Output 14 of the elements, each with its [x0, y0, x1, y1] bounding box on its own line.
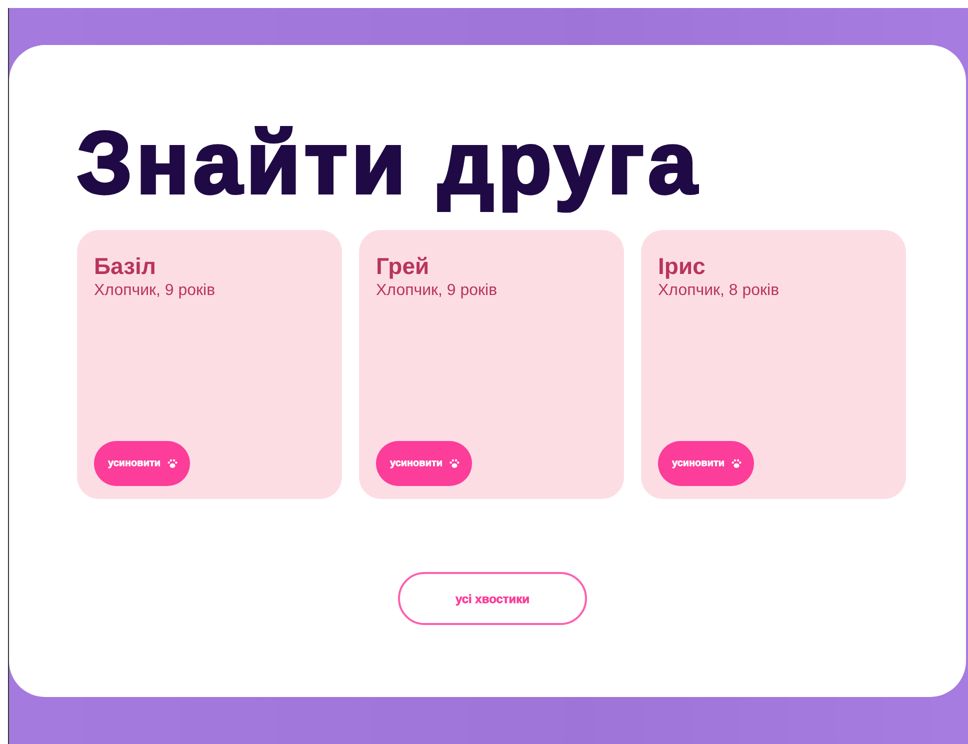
pet-name: Грей — [376, 252, 430, 280]
pet-name: Базіл — [94, 252, 156, 280]
paw-icon — [166, 458, 178, 469]
all-pets-button[interactable]: усі хвостики — [398, 572, 587, 625]
pet-info: Хлопчик, 8 років — [658, 281, 780, 301]
pet-name: Ірис — [658, 252, 706, 280]
adopt-button[interactable]: усиновити — [94, 441, 190, 486]
pet-info: Хлопчик, 9 років — [376, 281, 498, 301]
page-title: Знайти друга — [77, 113, 701, 213]
paw-icon — [730, 458, 742, 469]
paw-icon — [448, 458, 460, 469]
adopt-button[interactable]: усиновити — [376, 441, 472, 486]
pet-info: Хлопчик, 9 років — [94, 281, 216, 301]
adopt-button[interactable]: усиновити — [658, 441, 754, 486]
